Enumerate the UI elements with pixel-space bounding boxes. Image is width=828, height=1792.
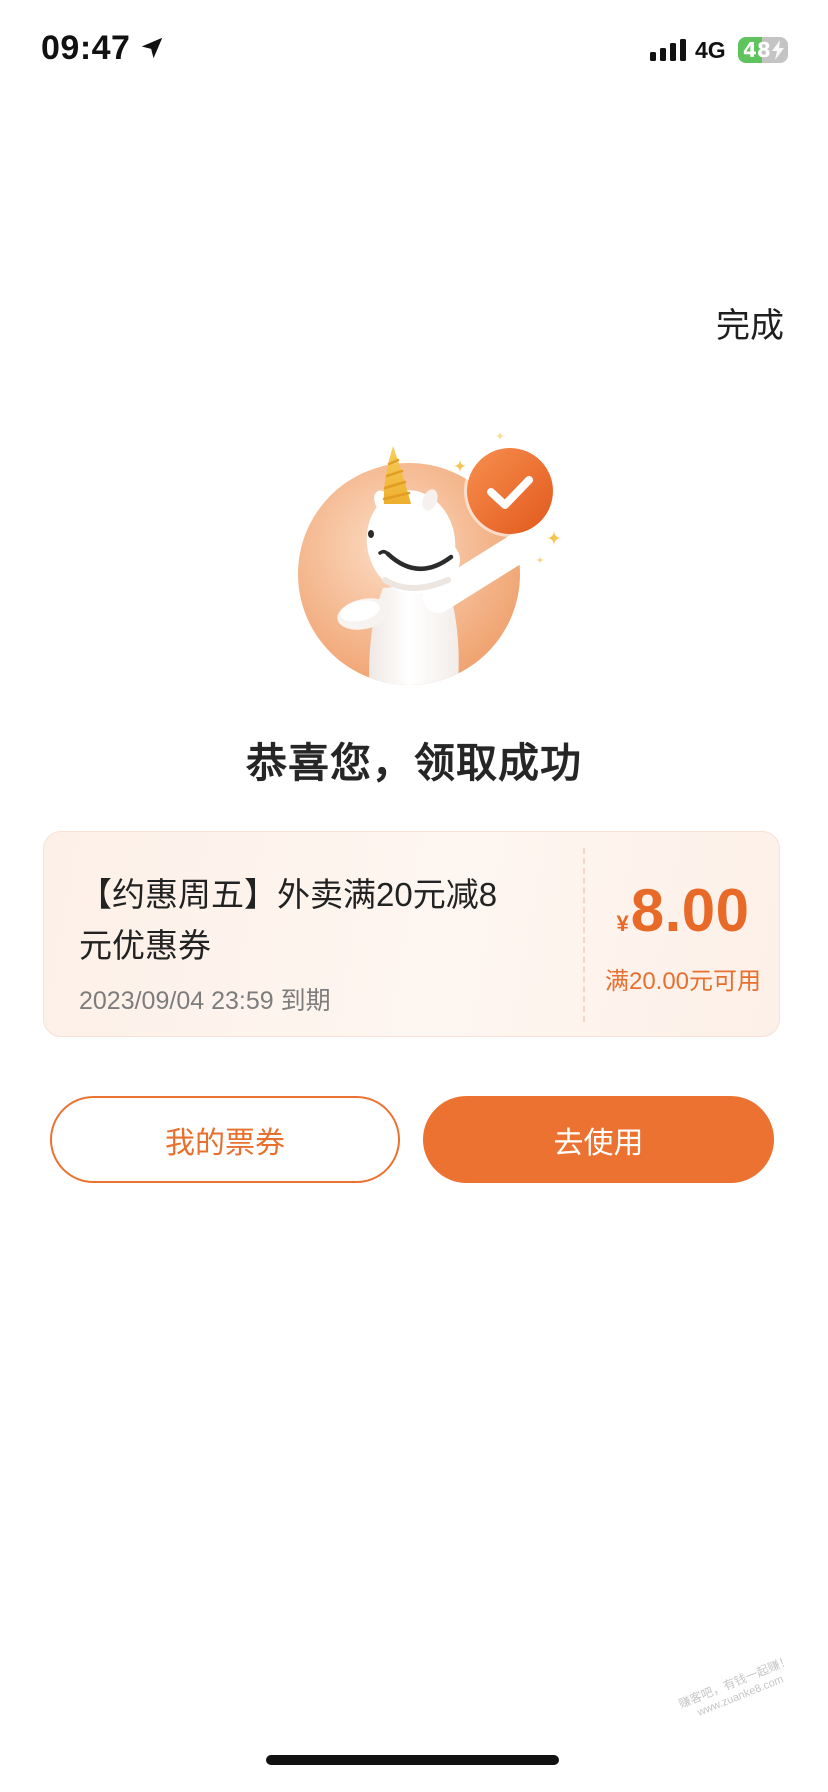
coupon-condition: 满20.00元可用 bbox=[604, 968, 762, 995]
watermark: 赚客吧，有钱一起赚！ www.zuanke8.com bbox=[672, 1651, 804, 1728]
success-title: 恭喜您，领取成功 bbox=[246, 740, 582, 786]
home-indicator[interactable] bbox=[266, 1755, 559, 1765]
status-time: 09:47 bbox=[41, 29, 131, 67]
check-badge-icon bbox=[464, 445, 556, 537]
coupon-card: 【约惠周五】外卖满20元减8 元优惠券 2023/09/04 23:59 到期 … bbox=[43, 831, 780, 1037]
battery-icon: 48 bbox=[738, 37, 788, 63]
charging-bolt-icon bbox=[772, 40, 784, 60]
battery-level: 48 bbox=[743, 38, 771, 62]
coupon-name-line: 【约惠周五】外卖满20元减8 bbox=[79, 876, 498, 913]
done-button[interactable]: 完成 bbox=[716, 305, 784, 347]
coupon-price: ¥8.00 bbox=[585, 877, 779, 961]
coupon-expiry: 2023/09/04 23:59 到期 bbox=[79, 987, 331, 1015]
signal-bars-icon bbox=[650, 39, 686, 61]
my-tickets-button[interactable]: 我的票券 bbox=[50, 1096, 400, 1183]
coupon-amount: 8.00 bbox=[630, 877, 750, 944]
use-now-button[interactable]: 去使用 bbox=[423, 1096, 774, 1183]
coupon-name-line: 元优惠券 bbox=[79, 927, 211, 964]
success-illustration bbox=[298, 431, 562, 685]
network-label: 4G bbox=[695, 37, 726, 63]
coupon-name: 【约惠周五】外卖满20元减8 元优惠券 bbox=[79, 869, 549, 971]
location-arrow-icon bbox=[141, 37, 163, 59]
coupon-currency: ¥ bbox=[616, 911, 629, 936]
